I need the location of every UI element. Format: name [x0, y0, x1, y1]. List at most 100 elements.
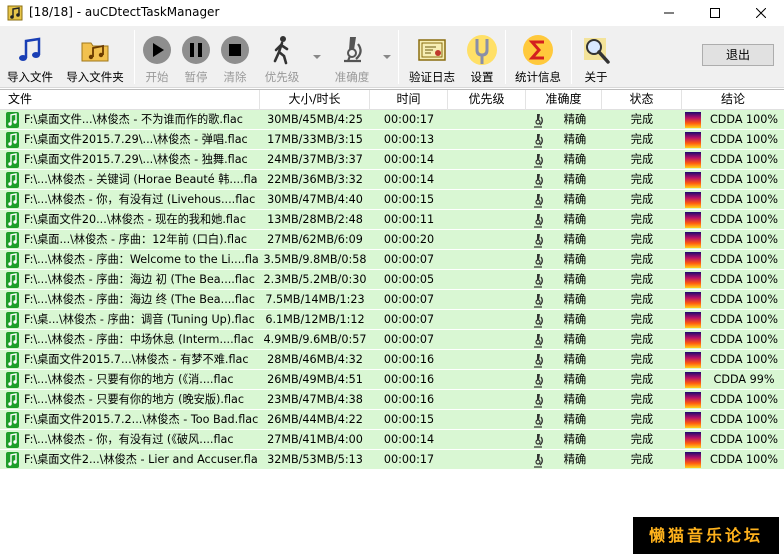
size-cell: 4.9MB/9.6MB/0:57 [263, 333, 367, 346]
time-cell: 00:00:15 [383, 413, 435, 426]
spectrum-icon [685, 232, 701, 248]
toolbar-separator [134, 30, 135, 84]
column-time[interactable]: 时间 [370, 90, 448, 110]
maximize-icon [710, 8, 720, 18]
file-cell: F:\桌面文件2015.7.2...\林俊杰 - Too Bad.flac [24, 413, 258, 426]
microscope-icon [534, 314, 543, 328]
maximize-button[interactable] [692, 0, 738, 26]
priority-button[interactable]: 优先级 [262, 34, 302, 86]
microscope-icon [534, 334, 543, 348]
table-row[interactable]: F:\...\林俊杰 - 只要有你的地方 (晚安版).flac 23MB/47MB… [0, 390, 784, 410]
tuning-fork-icon [467, 35, 497, 65]
conclusion-cell: CDDA 100% [709, 393, 779, 406]
size-cell: 3.5MB/9.8MB/0:58 [263, 253, 367, 266]
column-priority[interactable]: 优先级 [448, 90, 526, 110]
column-status[interactable]: 状态 [602, 90, 682, 110]
table-row[interactable]: F:\桌...\林俊杰 - 序曲：调音 (Tuning Up).flac 6.1M… [0, 310, 784, 330]
accuracy-cell: 精确 [563, 253, 587, 266]
status-cell: 完成 [630, 253, 654, 266]
file-cell: F:\...\林俊杰 - 序曲：海边 终 (The Bea....flac [24, 293, 255, 306]
column-size-duration[interactable]: 大小/时长 [260, 90, 370, 110]
table-row[interactable]: F:\...\林俊杰 - 序曲：Welcome to the Li....fla… [0, 250, 784, 270]
priority-label: 优先级 [264, 70, 300, 84]
file-cell: F:\桌面文件...\林俊杰 - 不为谁而作的歌.flac [24, 113, 243, 126]
import-file-button[interactable]: 导入文件 [4, 34, 56, 86]
start-button[interactable]: 开始 [141, 34, 173, 86]
column-file[interactable]: 文件 [0, 90, 260, 110]
table-row[interactable]: F:\...\林俊杰 - 你，有没有过 (Livehous....flac 30M… [0, 190, 784, 210]
accuracy-cell: 精确 [563, 333, 587, 346]
accuracy-dropdown-arrow[interactable] [383, 55, 391, 59]
about-button[interactable]: 关于 [578, 34, 614, 86]
time-cell: 00:00:16 [383, 373, 435, 386]
accuracy-cell: 精确 [563, 113, 587, 126]
minimize-icon [664, 12, 674, 14]
statistics-button[interactable]: 统计信息 [512, 34, 564, 86]
priority-cell [448, 330, 526, 350]
clear-button[interactable]: 清除 [219, 34, 251, 86]
conclusion-cell: CDDA 100% [709, 193, 779, 206]
table-row[interactable]: F:\桌面文件2...\林俊杰 - Lier and Accuser.flac 3… [0, 450, 784, 470]
table-row[interactable]: F:\桌面...\林俊杰 - 序曲：12年前 (口白).flac 27MB/62M… [0, 230, 784, 250]
music-note-icon [6, 252, 19, 268]
time-cell: 00:00:16 [383, 393, 435, 406]
spectrum-icon [685, 432, 701, 448]
close-icon [756, 8, 766, 18]
priority-cell [448, 290, 526, 310]
accuracy-label: 准确度 [334, 70, 370, 84]
size-cell: 13MB/28MB/2:48 [267, 213, 363, 226]
table-row[interactable]: F:\...\林俊杰 - 序曲：中场休息 (Interm....flac 4.9M… [0, 330, 784, 350]
spectrum-icon [685, 312, 701, 328]
table-row[interactable]: F:\...\林俊杰 - 关键词 (Horae Beauté 韩....flac… [0, 170, 784, 190]
music-note-icon [6, 412, 19, 428]
music-note-icon [19, 37, 41, 61]
size-cell: 17MB/33MB/3:15 [267, 133, 363, 146]
microscope-icon [534, 414, 543, 428]
table-row[interactable]: F:\桌面文件...\林俊杰 - 不为谁而作的歌.flac 30MB/45MB/4… [0, 110, 784, 130]
table-row[interactable]: F:\桌面文件20...\林俊杰 - 现在的我和她.flac 13MB/28MB/… [0, 210, 784, 230]
table-row[interactable]: F:\...\林俊杰 - 你，有没有过 (《破风....flac 27MB/41M… [0, 430, 784, 450]
pause-button[interactable]: 暂停 [180, 34, 212, 86]
close-button[interactable] [738, 0, 784, 26]
import-folder-button[interactable]: 导入文件夹 [62, 34, 128, 86]
priority-dropdown-arrow[interactable] [313, 55, 321, 59]
file-cell: F:\桌...\林俊杰 - 序曲：调音 (Tuning Up).flac [24, 313, 255, 326]
pause-icon [182, 36, 210, 64]
walking-person-icon [273, 36, 289, 65]
table-row[interactable]: F:\...\林俊杰 - 序曲：海边 终 (The Bea....flac 7.5… [0, 290, 784, 310]
table-row[interactable]: F:\桌面文件2015.7...\林俊杰 - 有梦不难.flac 28MB/46M… [0, 350, 784, 370]
table-row[interactable]: F:\桌面文件2015.7.2...\林俊杰 - Too Bad.flac 26M… [0, 410, 784, 430]
music-note-icon [6, 212, 19, 228]
time-cell: 00:00:17 [383, 453, 435, 466]
accuracy-cell: 精确 [563, 413, 587, 426]
exit-button[interactable]: 退出 [702, 44, 774, 66]
priority-cell [448, 370, 526, 390]
table-row[interactable]: F:\桌面文件2015.7.29\...\林俊杰 - 弹唱.flac 17MB/3… [0, 130, 784, 150]
table-row[interactable]: F:\...\林俊杰 - 序曲：海边 初 (The Bea....flac 2.3… [0, 270, 784, 290]
table-row[interactable]: F:\...\林俊杰 - 只要有你的地方 (《消....flac 26MB/49M… [0, 370, 784, 390]
verify-log-label: 验证日志 [409, 70, 455, 84]
table-row[interactable]: F:\桌面文件2015.7.29\...\林俊杰 - 独舞.flac 24MB/3… [0, 150, 784, 170]
conclusion-cell: CDDA 100% [709, 253, 779, 266]
status-cell: 完成 [630, 373, 654, 386]
accuracy-cell: 精确 [563, 293, 587, 306]
time-cell: 00:00:07 [383, 293, 435, 306]
status-cell: 完成 [630, 213, 654, 226]
accuracy-button[interactable]: 准确度 [330, 34, 374, 86]
status-cell: 完成 [630, 173, 654, 186]
file-cell: F:\...\林俊杰 - 序曲：海边 初 (The Bea....flac [24, 273, 255, 286]
status-cell: 完成 [630, 413, 654, 426]
toolbar-separator [571, 30, 572, 84]
priority-cell [448, 210, 526, 230]
toolbar-separator [398, 30, 399, 84]
time-cell: 00:00:07 [383, 253, 435, 266]
column-accuracy[interactable]: 准确度 [526, 90, 602, 110]
watermark: 懒猫音乐论坛 [633, 517, 779, 554]
import-folder-label: 导入文件夹 [66, 70, 124, 84]
microscope-icon [534, 214, 543, 228]
verify-log-button[interactable]: 验证日志 [406, 34, 458, 86]
column-conclusion[interactable]: 结论 [682, 90, 784, 110]
settings-button[interactable]: 设置 [466, 34, 498, 86]
minimize-button[interactable] [646, 0, 692, 26]
status-cell: 完成 [630, 193, 654, 206]
